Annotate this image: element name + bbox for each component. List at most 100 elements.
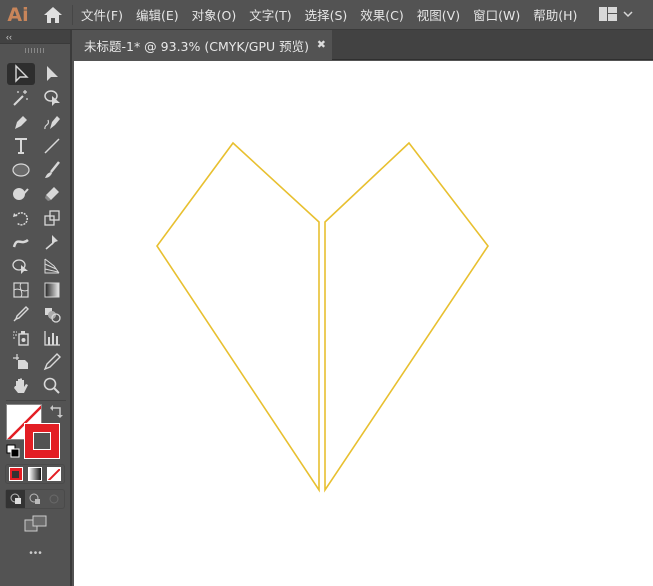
- scale-icon: [44, 210, 60, 226]
- mesh-tool[interactable]: [7, 279, 35, 301]
- artboard-canvas[interactable]: [74, 61, 653, 586]
- workspace-switcher[interactable]: [599, 7, 633, 21]
- tools-panel: ‹‹ •••: [0, 30, 72, 586]
- pin-tool[interactable]: [38, 231, 66, 253]
- stroke-swatch-inner: [33, 432, 51, 450]
- magic-wand-tool[interactable]: [7, 87, 35, 109]
- menu-help[interactable]: 帮助(H): [533, 5, 577, 24]
- magnifier-icon: [43, 377, 60, 394]
- rotate-icon: [13, 212, 29, 226]
- color-button-inner: [12, 470, 20, 478]
- gradient-icon: [44, 282, 60, 298]
- selection-arrow-icon: [15, 64, 29, 83]
- document-tab[interactable]: 未标题-1* @ 93.3% (CMYK/GPU 预览) ✖: [74, 30, 332, 60]
- document-tab-bar: 未标题-1* @ 93.3% (CMYK/GPU 预览) ✖: [74, 30, 653, 60]
- hand-icon: [14, 378, 28, 393]
- eraser-tool[interactable]: [38, 183, 66, 205]
- draw-mode-group: [5, 489, 65, 509]
- ellipse-tool[interactable]: [7, 159, 35, 181]
- close-icon[interactable]: ✖: [317, 38, 326, 51]
- selection-tool[interactable]: [7, 63, 35, 85]
- chevron-down-icon: [623, 11, 633, 18]
- blend-icon: [45, 308, 61, 323]
- hand-tool[interactable]: [7, 375, 35, 397]
- menu-view[interactable]: 视图(V): [417, 5, 460, 24]
- shape-builder-icon: [12, 259, 28, 274]
- pen-icon: [15, 116, 27, 129]
- workspace-layout-icon: [599, 7, 617, 21]
- direct-selection-icon: [47, 66, 58, 81]
- menu-edit[interactable]: 编辑(E): [136, 5, 179, 24]
- color-button[interactable]: [8, 467, 23, 481]
- scale-tool[interactable]: [38, 207, 66, 229]
- color-mode-group: [5, 464, 65, 484]
- collapse-panel-button[interactable]: ‹‹: [0, 30, 70, 44]
- menu-select[interactable]: 选择(S): [305, 5, 348, 24]
- stroke-swatch[interactable]: [24, 423, 60, 459]
- paintbrush-tool[interactable]: [38, 159, 66, 181]
- puppet-warp-tool[interactable]: [7, 231, 35, 253]
- blend-tool[interactable]: [38, 303, 66, 325]
- draw-inside-icon: [49, 494, 59, 504]
- perspective-grid-tool[interactable]: [38, 255, 66, 277]
- bar-graph-icon: [44, 331, 60, 346]
- shaper-tool[interactable]: [7, 183, 35, 205]
- rotate-tool[interactable]: [7, 207, 35, 229]
- eraser-icon: [45, 187, 59, 201]
- draw-behind-button[interactable]: [25, 490, 44, 508]
- menu-window[interactable]: 窗口(W): [473, 5, 520, 24]
- slice-knife-icon: [43, 353, 61, 371]
- column-graph-tool[interactable]: [38, 327, 66, 349]
- panel-grip[interactable]: [25, 48, 45, 53]
- menu-object[interactable]: 对象(O): [192, 5, 237, 24]
- gradient-tool[interactable]: [38, 279, 66, 301]
- edit-toolbar-button[interactable]: •••: [0, 548, 72, 559]
- line-tool[interactable]: [38, 135, 66, 157]
- divider: [72, 4, 73, 25]
- right-wing-shape[interactable]: [324, 141, 489, 493]
- direct-selection-tool[interactable]: [38, 63, 66, 85]
- draw-normal-icon: [10, 493, 21, 504]
- divider: [6, 400, 66, 401]
- document-tab-title: 未标题-1* @ 93.3% (CMYK/GPU 预览): [84, 38, 310, 54]
- draw-normal-button[interactable]: [6, 490, 26, 508]
- eyedropper-icon: [13, 306, 29, 322]
- curvature-tool[interactable]: [38, 111, 66, 133]
- puppet-warp-icon: [12, 238, 29, 248]
- home-button[interactable]: [36, 6, 70, 24]
- eyedropper-tool[interactable]: [7, 303, 35, 325]
- app-logo: Ai: [7, 3, 29, 26]
- artboard-icon: [13, 354, 28, 369]
- menu-bar: Ai 文件(F) 编辑(E) 对象(O) 文字(T) 选择(S) 效果(C) 视…: [0, 0, 653, 30]
- artboard-tool[interactable]: [7, 351, 35, 373]
- none-button[interactable]: [47, 467, 62, 481]
- menu-type[interactable]: 文字(T): [249, 5, 291, 24]
- none-slash-icon: [48, 468, 61, 480]
- artwork: [156, 141, 489, 493]
- symbol-sprayer-tool[interactable]: [7, 327, 35, 349]
- mesh-icon: [13, 282, 29, 298]
- home-icon: [44, 6, 62, 23]
- swap-arrows-icon: [50, 405, 63, 418]
- lasso-tool[interactable]: [38, 87, 66, 109]
- lasso-icon: [44, 90, 60, 106]
- type-tool[interactable]: [7, 135, 35, 157]
- draw-inside-button[interactable]: [45, 490, 64, 508]
- left-wing-shape[interactable]: [156, 141, 320, 493]
- change-screen-mode-button[interactable]: [24, 515, 48, 533]
- symbol-sprayer-icon: [13, 331, 29, 346]
- slice-tool[interactable]: [38, 351, 66, 373]
- pen-tool[interactable]: [7, 111, 35, 133]
- menu-effect[interactable]: 效果(C): [360, 5, 403, 24]
- default-fill-stroke-button[interactable]: [6, 444, 20, 458]
- swap-fill-stroke-button[interactable]: [49, 404, 65, 420]
- curvature-pen-icon: [44, 116, 60, 130]
- line-segment-icon: [44, 138, 60, 154]
- menu-file[interactable]: 文件(F): [81, 5, 123, 24]
- shape-builder-tool[interactable]: [7, 255, 35, 277]
- type-icon: [15, 138, 27, 154]
- magic-wand-icon: [13, 90, 28, 106]
- paintbrush-icon: [45, 161, 60, 178]
- zoom-tool[interactable]: [38, 375, 66, 397]
- gradient-button[interactable]: [27, 467, 42, 481]
